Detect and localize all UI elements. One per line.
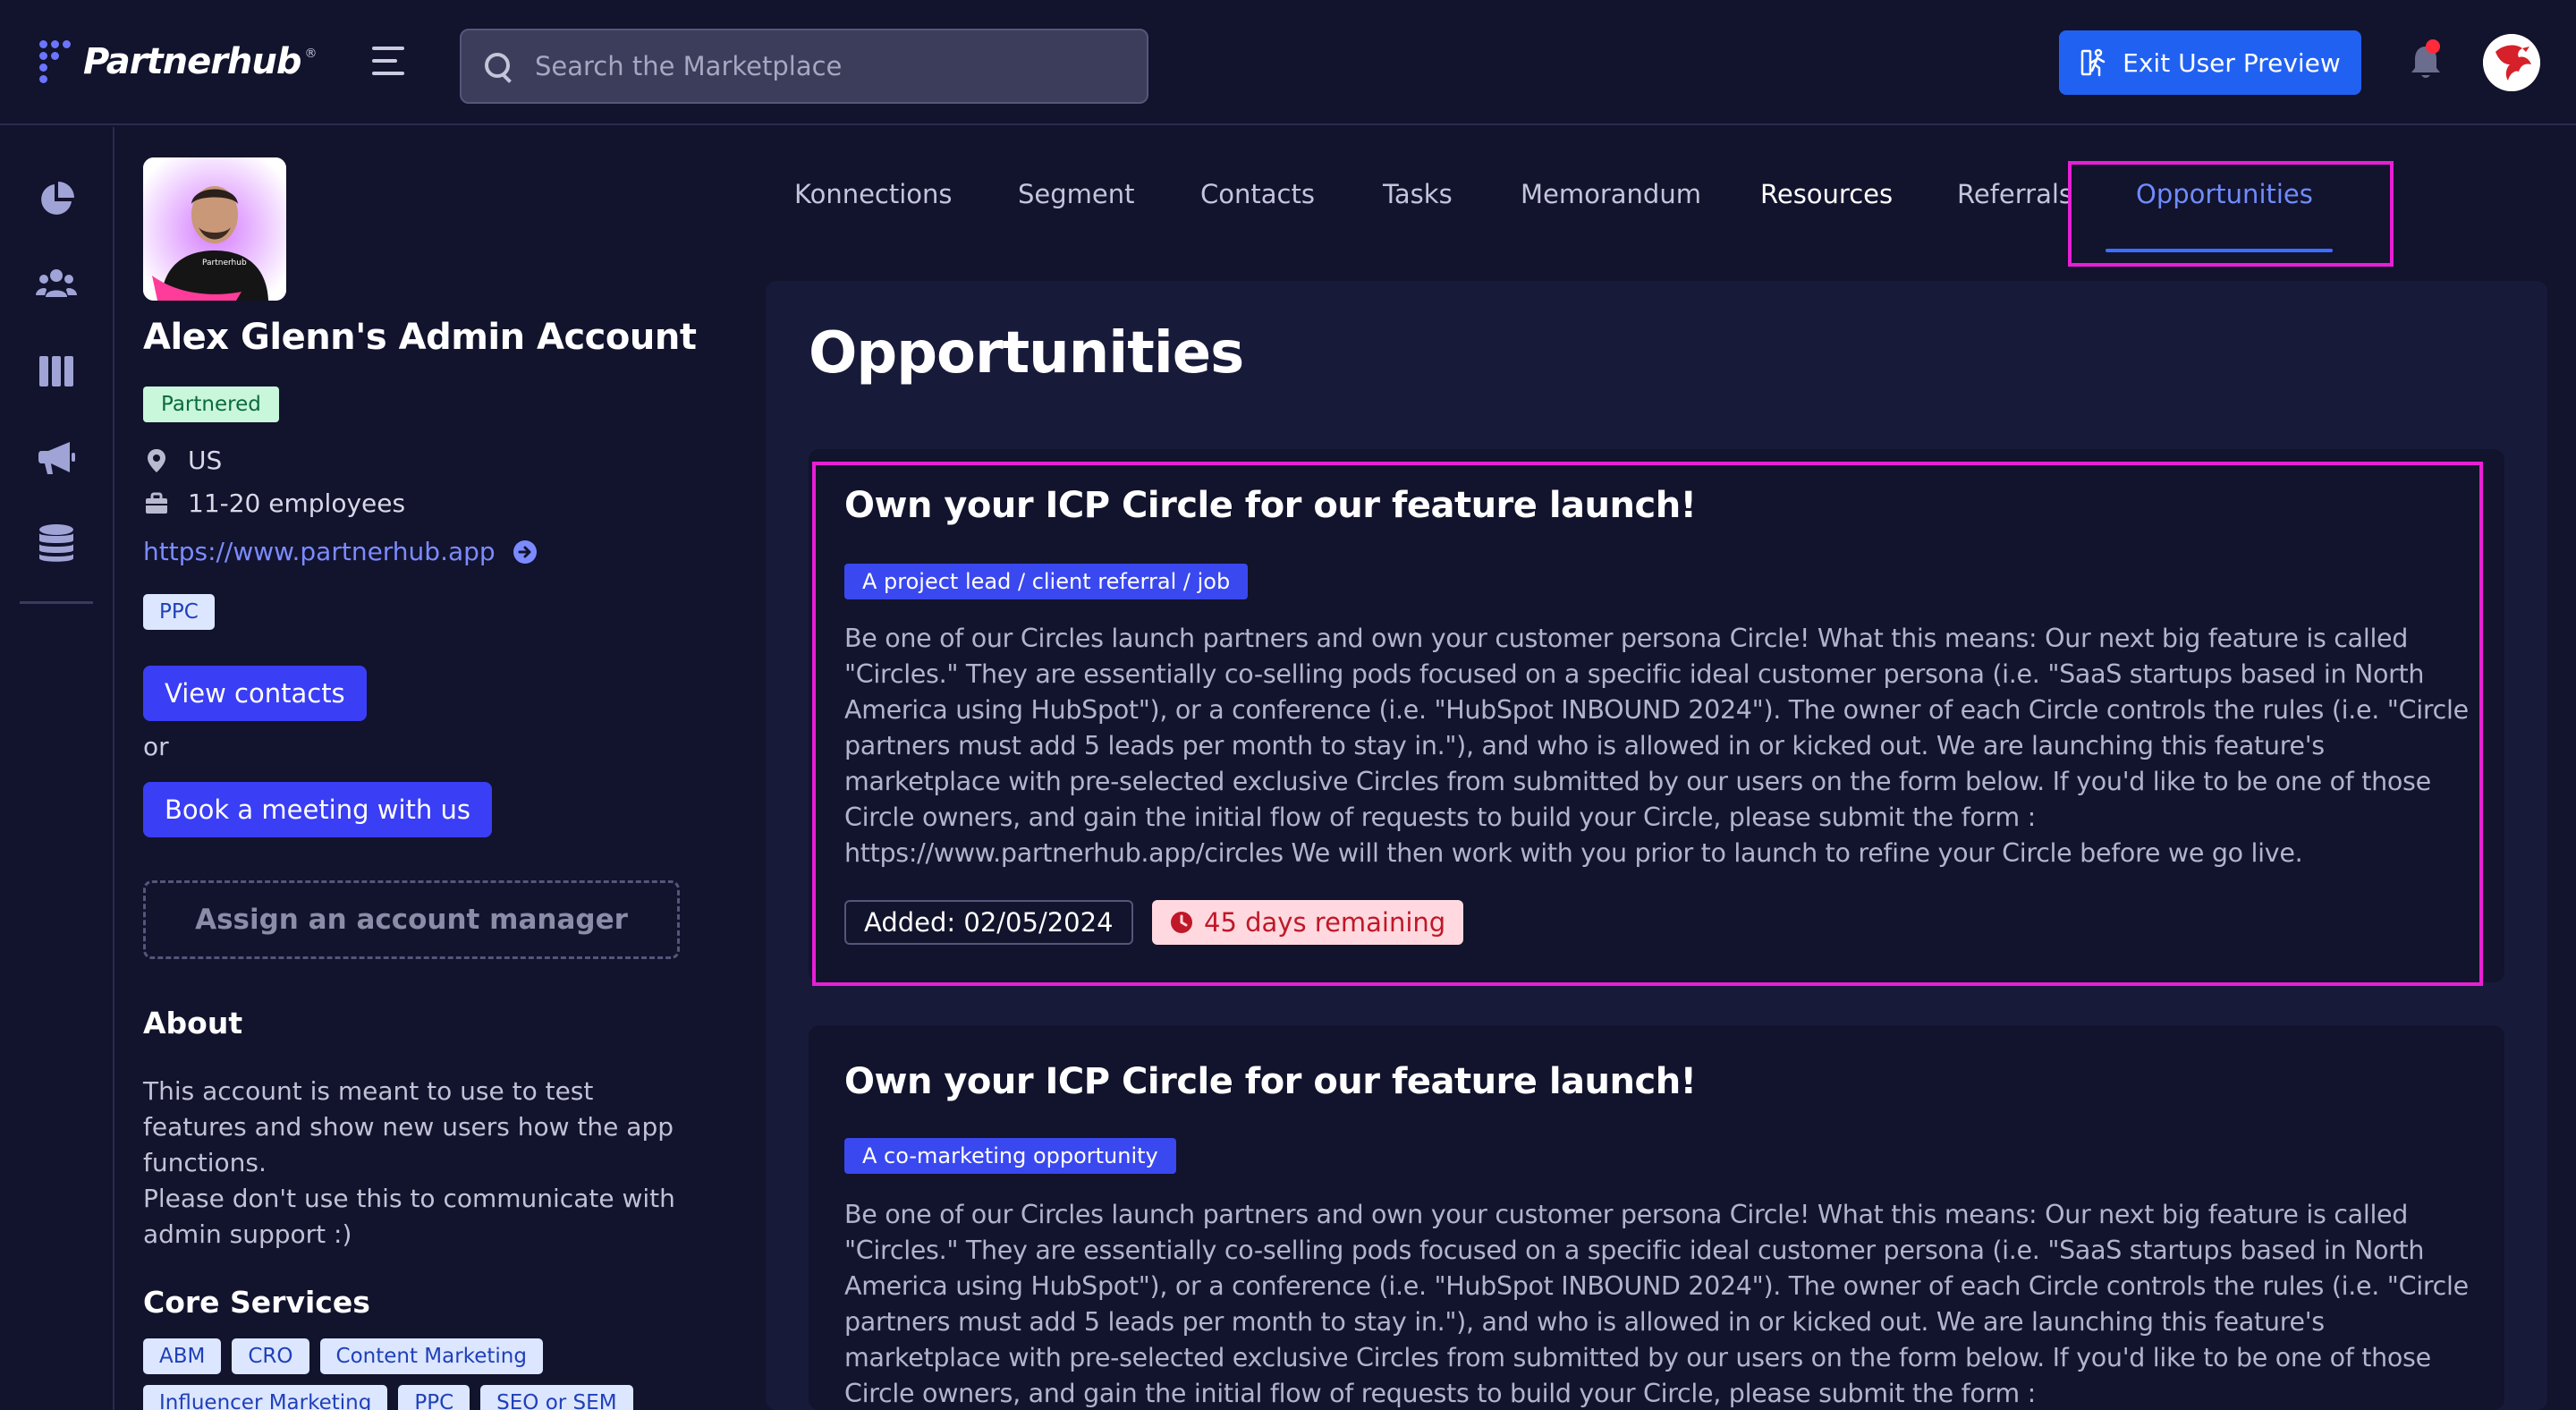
search-input[interactable] [535, 51, 1107, 81]
opportunity-description: Be one of our Circles launch partners an… [844, 624, 2469, 868]
left-nav-rail [0, 127, 114, 1410]
days-remaining-chip: 45 days remaining [1152, 900, 1464, 945]
core-service-tag: PPC [398, 1385, 470, 1410]
pie-chart-icon[interactable] [36, 179, 77, 220]
core-services-title: Core Services [143, 1285, 370, 1320]
or-separator: or [143, 732, 169, 761]
account-name: Alex Glenn's Admin Account [143, 317, 697, 358]
core-service-tag: CRO [232, 1338, 309, 1374]
top-header: Partnerhub ® Exit User Preview [0, 0, 2576, 125]
view-contacts-button[interactable]: View contacts [143, 666, 367, 721]
tab-segment[interactable]: Segment [1018, 179, 1135, 209]
about-paragraph-1: This account is meant to use to test fea… [143, 1076, 674, 1177]
search-bar[interactable] [460, 29, 1148, 104]
search-icon [485, 53, 512, 80]
megaphone-icon[interactable] [36, 437, 77, 478]
exit-user-preview-label: Exit User Preview [2123, 47, 2341, 78]
assign-account-manager-button[interactable]: Assign an account manager [143, 880, 680, 959]
partnerhub-logo[interactable]: Partnerhub ® [39, 39, 318, 84]
opportunity-title: Own your ICP Circle for our feature laun… [844, 1061, 1697, 1102]
account-photo: Partnerhub [143, 157, 286, 301]
eagle-avatar-icon [2483, 34, 2540, 91]
days-remaining-text: 45 days remaining [1204, 907, 1446, 938]
map-pin-icon [148, 448, 165, 472]
opportunity-type-badge: A co-marketing opportunity [844, 1138, 1176, 1174]
database-icon[interactable] [36, 522, 77, 564]
core-service-tag: Content Marketing [319, 1338, 543, 1374]
about-title: About [143, 1006, 243, 1041]
dot-grid-icon [39, 40, 71, 83]
location-text: US [188, 446, 223, 475]
status-badge: Partnered [143, 386, 279, 422]
core-service-tag: ABM [143, 1338, 222, 1374]
company-size-text: 11-20 employees [188, 488, 406, 518]
core-service-tag: Influencer Marketing [143, 1385, 388, 1410]
opportunity-type-badge: A project lead / client referral / job [844, 564, 1249, 599]
logo-registered-mark: ® [304, 47, 318, 61]
added-date-chip: Added: 02/05/2024 [844, 900, 1133, 945]
website-url[interactable]: https://www.partnerhub.app [143, 537, 496, 566]
briefcase-icon [146, 492, 167, 514]
book-meeting-button[interactable]: Book a meeting with us [143, 782, 492, 837]
location-row: US [143, 446, 222, 475]
active-tab-highlight-box [2068, 161, 2394, 267]
notification-dot [2426, 39, 2440, 54]
rail-divider [20, 601, 93, 604]
svg-text:Partnerhub: Partnerhub [202, 259, 247, 268]
page-title: Opportunities [809, 320, 1244, 386]
core-services-list: ABM CRO Content Marketing Influencer Mar… [143, 1338, 698, 1410]
user-avatar[interactable] [2483, 34, 2540, 91]
tab-konnections[interactable]: Konnections [794, 179, 953, 209]
columns-icon[interactable] [36, 351, 77, 392]
logo-text: Partnerhub [83, 41, 302, 82]
tab-referrals[interactable]: Referrals [1957, 179, 2072, 209]
service-tag: PPC [143, 594, 215, 630]
clock-icon [1171, 912, 1192, 933]
tab-memorandum[interactable]: Memorandum [1521, 179, 1701, 209]
website-link[interactable]: https://www.partnerhub.app [143, 537, 538, 566]
opportunity-title: Own your ICP Circle for our feature laun… [844, 485, 1697, 526]
opportunity-description: Be one of our Circles launch partners an… [844, 1200, 2469, 1408]
tab-tasks[interactable]: Tasks [1383, 179, 1453, 209]
exit-user-preview-button[interactable]: Exit User Preview [2059, 30, 2361, 95]
core-service-tag: SEO or SEM [480, 1385, 633, 1410]
users-icon[interactable] [36, 265, 77, 306]
about-paragraph-2: Please don't use this to communicate wit… [143, 1184, 675, 1249]
arrow-circle-icon[interactable] [512, 539, 538, 565]
person-walking-icon [2080, 48, 2106, 77]
tab-resources[interactable]: Resources [1760, 179, 1893, 209]
tab-contacts[interactable]: Contacts [1200, 179, 1315, 209]
company-size-row: 11-20 employees [143, 488, 405, 518]
profile-portrait-icon: Partnerhub [143, 157, 286, 301]
hamburger-icon[interactable] [372, 47, 404, 75]
